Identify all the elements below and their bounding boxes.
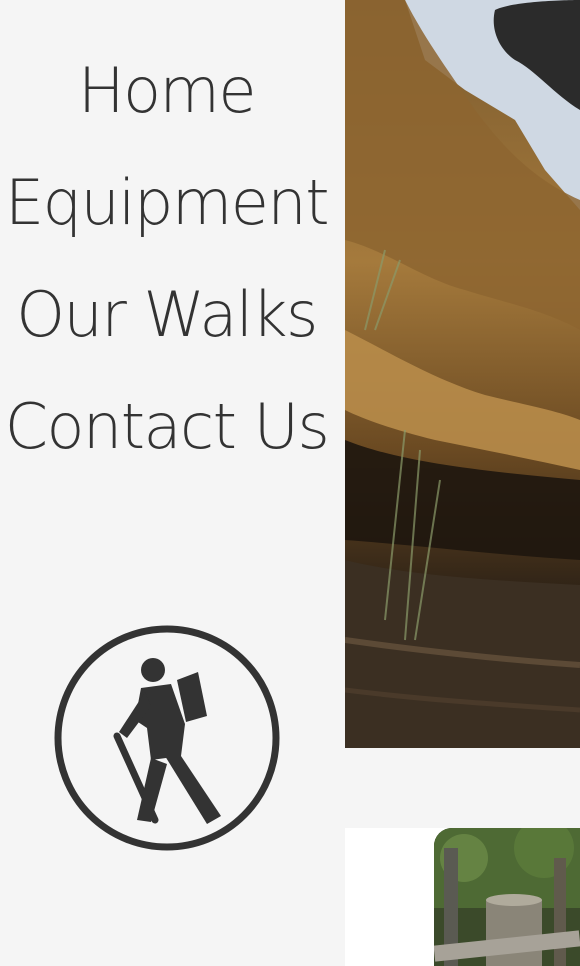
hero-image bbox=[345, 0, 580, 748]
cliff-photo bbox=[345, 0, 580, 748]
nav-item-our-walks[interactable]: Our Walks bbox=[0, 280, 333, 350]
hiker-icon bbox=[54, 625, 280, 851]
nav-item-contact-us[interactable]: Contact Us bbox=[0, 392, 333, 462]
hiker-logo[interactable] bbox=[53, 624, 281, 852]
sidebar: Home Equipment Our Walks Contact Us bbox=[0, 0, 345, 966]
card-thumbnail[interactable] bbox=[434, 828, 580, 966]
nav-item-equipment[interactable]: Equipment bbox=[0, 168, 333, 238]
section-gap bbox=[345, 748, 580, 828]
nav-item-home[interactable]: Home bbox=[0, 56, 333, 126]
fence-photo bbox=[434, 828, 580, 966]
